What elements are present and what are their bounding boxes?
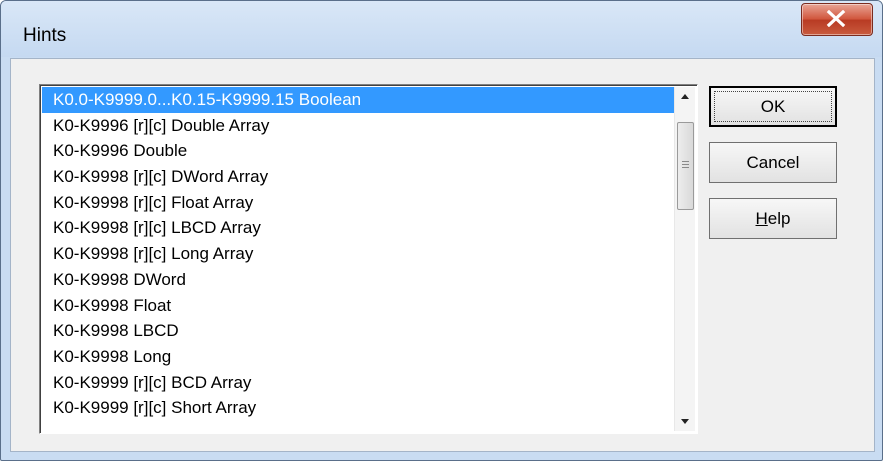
- list-item[interactable]: K0-K9998 Float: [42, 293, 676, 319]
- hints-list: K0.0-K9999.0...K0.15-K9999.15 Boolean K0-…: [42, 87, 676, 431]
- help-accelerator: H: [755, 208, 768, 228]
- help-button[interactable]: Help: [709, 198, 837, 239]
- list-item[interactable]: K0-K9996 [r][c] Double Array: [42, 113, 676, 139]
- list-item[interactable]: K0-K9998 Long: [42, 344, 676, 370]
- window-title: Hints: [23, 25, 67, 46]
- hints-dialog: Hints K0.0-K9999.0...K0.15-K9999.15 Bool…: [0, 0, 883, 461]
- grip-line: [682, 167, 689, 168]
- list-item[interactable]: K0-K9999 [r][c] BCD Array: [42, 370, 676, 396]
- close-button[interactable]: [801, 3, 873, 36]
- list-item[interactable]: K0-K9999 [r][c] Short Array: [42, 395, 676, 421]
- grip-line: [682, 164, 689, 165]
- help-button-label: Help: [756, 209, 791, 229]
- help-label-rest: elp: [767, 208, 791, 228]
- hints-listbox[interactable]: K0.0-K9999.0...K0.15-K9999.15 Boolean K0-…: [39, 84, 698, 434]
- list-item[interactable]: K0-K9998 LBCD: [42, 318, 676, 344]
- dialog-body: K0.0-K9999.0...K0.15-K9999.15 Boolean K0-…: [10, 58, 875, 452]
- scroll-thumb[interactable]: [677, 122, 694, 210]
- cancel-button-label: Cancel: [746, 152, 800, 172]
- vertical-scrollbar[interactable]: [674, 87, 695, 431]
- arrow-down-icon: [681, 419, 689, 424]
- cancel-button[interactable]: Cancel: [709, 142, 837, 183]
- focus-rect: [714, 91, 832, 122]
- title-bar[interactable]: Hints: [1, 1, 882, 57]
- arrow-up-icon: [681, 94, 689, 99]
- list-item[interactable]: K0-K9998 [r][c] LBCD Array: [42, 215, 676, 241]
- list-item[interactable]: K0-K9998 [r][c] Float Array: [42, 190, 676, 216]
- list-item[interactable]: K0-K9996 Double: [42, 138, 676, 164]
- scroll-up-button[interactable]: [675, 87, 695, 107]
- list-item[interactable]: K0.0-K9999.0...K0.15-K9999.15 Boolean: [42, 87, 676, 113]
- scroll-down-button[interactable]: [675, 411, 695, 431]
- grip-line: [682, 161, 689, 162]
- close-icon: [826, 10, 846, 27]
- list-item[interactable]: K0-K9998 [r][c] Long Array: [42, 241, 676, 267]
- list-item[interactable]: K0-K9998 DWord: [42, 267, 676, 293]
- ok-button[interactable]: OK: [709, 86, 837, 127]
- list-item[interactable]: K0-K9998 [r][c] DWord Array: [42, 164, 676, 190]
